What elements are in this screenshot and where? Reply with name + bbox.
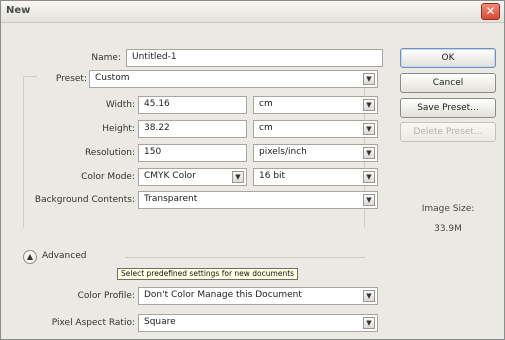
name-label: Name:: [91, 53, 121, 63]
close-icon: ✕: [485, 4, 496, 18]
ok-button[interactable]: OK: [400, 48, 496, 68]
height-unit-value: cm: [259, 123, 273, 133]
chevron-up-icon: ▲: [26, 252, 34, 261]
image-size-label: Image Size:: [421, 204, 475, 214]
chevron-down-icon: ▼: [363, 317, 375, 329]
height-label: Height:: [102, 124, 135, 134]
height-input[interactable]: 38.22: [138, 120, 247, 138]
pixel-aspect-ratio-dropdown[interactable]: Square ▼: [138, 314, 378, 332]
chevron-down-icon: ▼: [363, 194, 375, 206]
save-preset-button[interactable]: Save Preset...: [400, 98, 496, 118]
cancel-button[interactable]: Cancel: [400, 73, 496, 93]
chevron-down-icon: ▼: [363, 171, 375, 183]
title-bar[interactable]: New ✕: [1, 1, 504, 23]
preset-tooltip: Select predefined settings for new docum…: [117, 268, 299, 280]
advanced-divider: [125, 257, 365, 258]
close-button[interactable]: ✕: [481, 3, 500, 20]
width-unit-dropdown[interactable]: cm ▼: [253, 96, 378, 114]
height-unit-dropdown[interactable]: cm ▼: [253, 120, 378, 138]
color-mode-value: CMYK Color: [144, 171, 196, 181]
chevron-down-icon: ▼: [363, 147, 375, 159]
width-label: Width:: [105, 100, 135, 110]
resolution-input[interactable]: 150: [138, 144, 247, 162]
width-unit-value: cm: [259, 99, 273, 109]
advanced-toggle-button[interactable]: ▲: [23, 250, 37, 264]
advanced-label: Advanced: [42, 251, 87, 261]
resolution-unit-value: pixels/inch: [259, 147, 307, 157]
name-input[interactable]: Untitled-1: [126, 49, 383, 67]
background-contents-label: Background Contents:: [34, 195, 135, 205]
preset-dropdown[interactable]: Custom ▼: [89, 70, 378, 88]
width-input[interactable]: 45.16: [138, 96, 247, 114]
image-size-value: 33.9M: [434, 224, 462, 234]
chevron-down-icon: ▼: [363, 73, 375, 85]
background-contents-dropdown[interactable]: Transparent ▼: [138, 191, 378, 209]
preset-value: Custom: [95, 73, 130, 83]
bit-depth-value: 16 bit: [259, 171, 286, 181]
color-mode-label: Color Mode:: [81, 172, 135, 182]
delete-preset-button[interactable]: Delete Preset...: [400, 122, 496, 142]
chevron-down-icon: ▼: [232, 171, 244, 183]
chevron-down-icon: ▼: [363, 99, 375, 111]
color-profile-value: Don't Color Manage this Document: [144, 290, 302, 300]
resolution-unit-dropdown[interactable]: pixels/inch ▼: [253, 144, 378, 162]
preset-label: Preset:: [37, 74, 89, 84]
bit-depth-dropdown[interactable]: 16 bit ▼: [253, 168, 378, 186]
color-profile-dropdown[interactable]: Don't Color Manage this Document ▼: [138, 287, 378, 305]
resolution-label: Resolution:: [84, 148, 135, 158]
pixel-aspect-ratio-value: Square: [144, 317, 176, 327]
color-mode-dropdown[interactable]: CMYK Color ▼: [138, 168, 247, 186]
chevron-down-icon: ▼: [363, 290, 375, 302]
pixel-aspect-ratio-label: Pixel Aspect Ratio:: [51, 318, 135, 328]
chevron-down-icon: ▼: [363, 123, 375, 135]
new-document-dialog: New ✕ Name: Untitled-1 Preset: Custom ▼ …: [0, 0, 505, 340]
background-contents-value: Transparent: [144, 194, 198, 204]
color-profile-label: Color Profile:: [77, 291, 135, 301]
dialog-title: New: [6, 5, 31, 16]
